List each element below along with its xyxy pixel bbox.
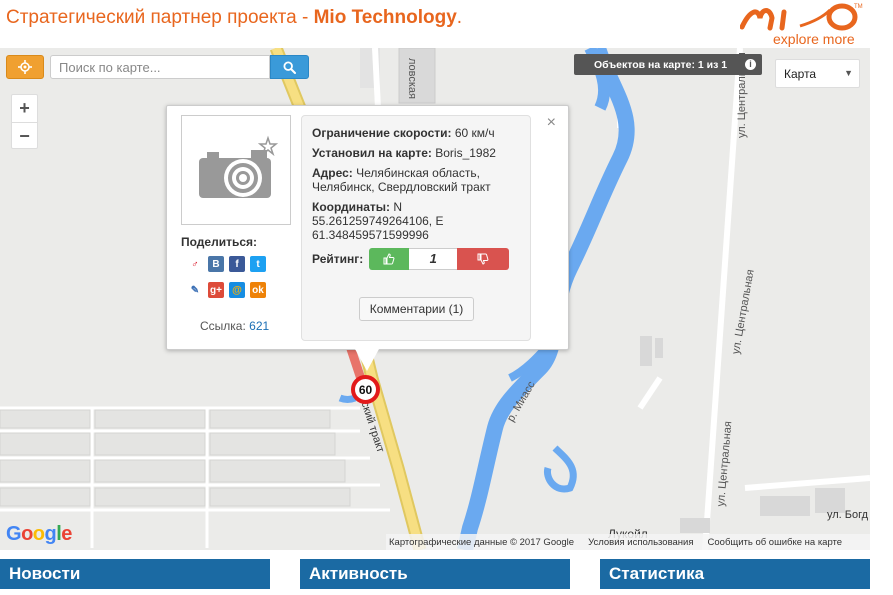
search-button[interactable] [270, 55, 309, 79]
report-error-link[interactable]: Сообщить об ошибке на карте [708, 537, 843, 548]
speed-limit-label: Ограничение скорости: [312, 126, 452, 140]
author-label: Установил на карте: [312, 146, 432, 160]
zoom-in-button[interactable]: + [12, 95, 37, 122]
hiker-share-icon[interactable]: ♂ [187, 256, 203, 272]
partner-prefix: Стратегический партнер проекта - [6, 7, 314, 28]
thumbs-up-button[interactable] [369, 248, 410, 270]
share-row-1: ♂ B f t [187, 256, 266, 272]
map-attribution: Картографические данные © 2017 Google Ус… [386, 534, 870, 550]
speed-limit-value: 60 км/ч [451, 126, 495, 140]
thumbs-down-icon [477, 253, 489, 265]
partner-text: Стратегический партнер проекта - Mio Tec… [6, 7, 462, 29]
info-icon[interactable]: i [745, 59, 756, 70]
googleplus-share-icon[interactable]: g+ [208, 282, 224, 298]
facebook-share-icon[interactable]: f [229, 256, 245, 272]
camera-photo-placeholder[interactable] [181, 115, 291, 225]
page-root: Стратегический партнер проекта - Mio Tec… [0, 0, 893, 595]
statistics-header[interactable]: Статистика [600, 559, 870, 589]
address-label: Адрес: [312, 166, 353, 180]
twitter-share-icon[interactable]: t [250, 256, 266, 272]
coords-row: Координаты: N 55.261259749264106, E 61.3… [312, 200, 520, 242]
link-label-text: Ссылка: [200, 319, 250, 333]
partner-name[interactable]: Mio Technology [314, 7, 457, 28]
camera-details: Ограничение скорости: 60 км/ч Установил … [301, 115, 531, 341]
thumbs-down-button[interactable] [457, 248, 510, 270]
thumbs-up-icon [383, 253, 395, 265]
speed-camera-marker[interactable]: 60 [351, 375, 380, 404]
vk-share-icon[interactable]: B [208, 256, 224, 272]
camera-info-popup: × Поделиться: ♂ B f t ✎ g+ @ ok Ссылка: … [166, 105, 569, 350]
share-row-2: ✎ g+ @ ok [187, 282, 266, 298]
crosshair-icon [18, 60, 32, 74]
street-label: ул. Богд [827, 509, 869, 521]
rating-label: Рейтинг: [312, 252, 364, 266]
search-icon [283, 60, 296, 74]
livejournal-share-icon[interactable]: ✎ [187, 282, 203, 298]
author-value: Boris_1982 [431, 146, 496, 160]
comments-button[interactable]: Комментарии (1) [359, 297, 474, 321]
mailru-share-icon[interactable]: @ [229, 282, 245, 298]
rating-control: 1 [369, 248, 510, 270]
terms-link[interactable]: Условия использования [588, 537, 693, 548]
top-banner: Стратегический партнер проекта - Mio Tec… [0, 0, 893, 48]
objects-count-text: Объектов на карте: 1 из 1 [594, 58, 728, 71]
map-type-select[interactable]: Карта ▼ [775, 59, 860, 88]
rating-value: 1 [409, 248, 458, 270]
zoom-out-button[interactable]: − [12, 122, 37, 149]
author-row: Установил на карте: Boris_1982 [312, 146, 520, 160]
partner-suffix: . [456, 7, 463, 28]
search-input[interactable] [50, 55, 270, 79]
link-label: Ссылка: 621 [200, 319, 269, 333]
speed-limit-row: Ограничение скорости: 60 км/ч [312, 126, 520, 140]
activity-header[interactable]: Активность [300, 559, 570, 589]
street-label: ловская [406, 58, 418, 100]
share-label: Поделиться: [181, 235, 258, 249]
close-icon[interactable]: × [547, 114, 556, 132]
odnoklassniki-share-icon[interactable]: ok [250, 282, 266, 298]
camera-icon [199, 135, 279, 198]
locate-button[interactable] [6, 55, 44, 79]
logo-tm: TM [854, 4, 863, 10]
google-logo[interactable]: Google [6, 523, 72, 546]
mio-tagline: explore more [773, 31, 855, 47]
link-id[interactable]: 621 [249, 319, 269, 333]
chevron-down-icon: ▼ [844, 68, 853, 78]
map-type-value: Карта [784, 67, 817, 81]
address-row: Адрес: Челябинская область, Челябинск, С… [312, 166, 520, 194]
coords-label: Координаты: [312, 200, 391, 214]
popup-pointer [355, 349, 379, 371]
zoom-control: + − [11, 94, 38, 149]
objects-count-bar: Объектов на карте: 1 из 1 i [574, 54, 762, 75]
news-header[interactable]: Новости [0, 559, 270, 589]
map-data-credit: Картографические данные © 2017 Google [389, 536, 575, 548]
rating-row: Рейтинг: 1 [312, 248, 520, 270]
